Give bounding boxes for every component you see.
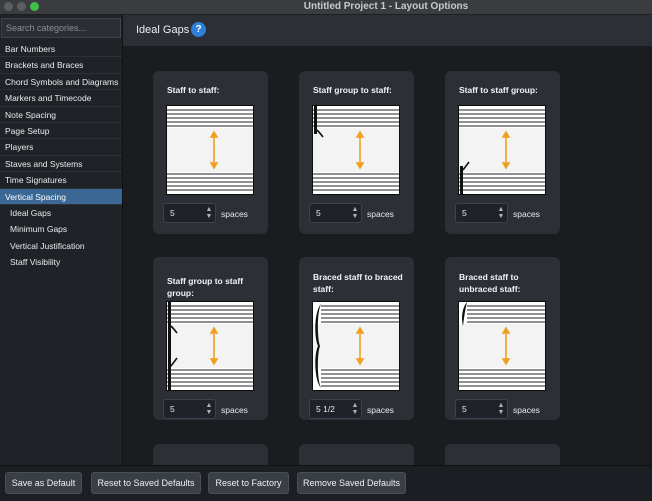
stepper-icon[interactable]: ▲ ▼ bbox=[497, 402, 505, 416]
gap-value-field[interactable]: 5 ▲ ▼ bbox=[455, 399, 508, 419]
sidebar-item-chord-symbols[interactable]: Chord Symbols and Diagrams bbox=[0, 73, 122, 91]
title-bar: Untitled Project 1 - Layout Options bbox=[0, 0, 652, 15]
bottom-toolbar: Save as Default Reset to Saved Defaults … bbox=[0, 465, 652, 501]
sidebar-item-page-setup[interactable]: Page Setup bbox=[0, 122, 122, 140]
sidebar-subitem-vertical-justification[interactable]: Vertical Justification bbox=[0, 237, 122, 255]
staff-to-staff-group-diagram bbox=[458, 105, 546, 195]
staff-group-to-staff-group-diagram bbox=[166, 301, 254, 391]
option-card-braced-to-braced: Braced staff to braced staff: 5 1/2 ▲ ▼ sp… bbox=[299, 257, 414, 420]
option-card-partial bbox=[153, 444, 268, 465]
save-as-default-button[interactable]: Save as Default bbox=[5, 472, 82, 494]
unit-label: spaces bbox=[221, 405, 248, 415]
unit-label: spaces bbox=[513, 209, 540, 219]
stepper-icon[interactable]: ▲ ▼ bbox=[205, 402, 213, 416]
sidebar-item-vertical-spacing[interactable]: Vertical Spacing bbox=[0, 188, 122, 205]
help-icon[interactable]: ? bbox=[191, 22, 206, 37]
close-window-button[interactable] bbox=[4, 2, 13, 11]
window-title: Untitled Project 1 - Layout Options bbox=[303, 1, 469, 12]
staff-to-staff-diagram bbox=[166, 105, 254, 195]
gap-value: 5 bbox=[316, 208, 321, 218]
sidebar-item-markers-timecode[interactable]: Markers and Timecode bbox=[0, 90, 122, 107]
gap-value: 5 bbox=[462, 208, 467, 218]
gap-value: 5 bbox=[462, 404, 467, 414]
option-card-staff-group-to-staff-group: Staff group to staff group: 5 ▲ ▼ spaces bbox=[153, 257, 268, 420]
stepper-icon[interactable]: ▲ ▼ bbox=[351, 206, 359, 220]
option-card-partial bbox=[299, 444, 414, 465]
option-label: Staff group to staff group: bbox=[167, 276, 244, 298]
panel-header: Ideal Gaps ? bbox=[123, 15, 652, 46]
sidebar-subitem-ideal-gaps[interactable]: Ideal Gaps bbox=[0, 204, 122, 222]
gap-illustration bbox=[459, 106, 545, 194]
sidebar-subitem-staff-visibility[interactable]: Staff Visibility bbox=[0, 254, 122, 271]
category-list: Bar Numbers Brackets and Braces Chord Sy… bbox=[0, 41, 122, 271]
sidebar-item-note-spacing[interactable]: Note Spacing bbox=[0, 106, 122, 123]
option-label: Braced staff to unbraced staff: bbox=[459, 272, 521, 294]
unit-label: spaces bbox=[367, 209, 394, 219]
sidebar-item-brackets-braces[interactable]: Brackets and Braces bbox=[0, 57, 122, 74]
gap-value: 5 1/2 bbox=[316, 404, 335, 414]
option-card-staff-to-staff: Staff to staff: 5 ▲ ▼ spaces bbox=[153, 71, 268, 234]
braced-to-braced-diagram bbox=[312, 301, 400, 391]
gap-illustration bbox=[167, 302, 253, 390]
gap-illustration bbox=[167, 106, 253, 194]
category-sidebar: Search categories... Bar Numbers Bracket… bbox=[0, 15, 123, 465]
gap-value-field[interactable]: 5 ▲ ▼ bbox=[163, 203, 216, 223]
gap-illustration bbox=[313, 302, 399, 390]
gap-value: 5 bbox=[170, 404, 175, 414]
staff-group-to-staff-diagram bbox=[312, 105, 400, 195]
search-categories-input[interactable]: Search categories... bbox=[1, 18, 121, 38]
gap-value-field[interactable]: 5 ▲ ▼ bbox=[163, 399, 216, 419]
braced-to-unbraced-diagram bbox=[458, 301, 546, 391]
minimize-window-button[interactable] bbox=[17, 2, 26, 11]
sidebar-item-players[interactable]: Players bbox=[0, 139, 122, 156]
option-label: Staff to staff group: bbox=[459, 85, 538, 95]
option-label: Braced staff to braced staff: bbox=[313, 272, 403, 294]
option-label: Staff group to staff: bbox=[313, 85, 392, 95]
sidebar-item-time-signatures[interactable]: Time Signatures bbox=[0, 172, 122, 189]
unit-label: spaces bbox=[367, 405, 394, 415]
sidebar-item-staves-systems[interactable]: Staves and Systems bbox=[0, 155, 122, 173]
option-label: Staff to staff: bbox=[167, 85, 220, 95]
maximize-window-button[interactable] bbox=[30, 2, 39, 11]
option-card-staff-to-staff-group: Staff to staff group: 5 ▲ ▼ spaces bbox=[445, 71, 560, 234]
sidebar-subitem-minimum-gaps[interactable]: Minimum Gaps bbox=[0, 221, 122, 238]
gap-value: 5 bbox=[170, 208, 175, 218]
stepper-icon[interactable]: ▲ ▼ bbox=[351, 402, 359, 416]
gap-value-field[interactable]: 5 ▲ ▼ bbox=[309, 203, 362, 223]
page-title: Ideal Gaps bbox=[136, 24, 190, 36]
reset-to-factory-button[interactable]: Reset to Factory bbox=[208, 472, 289, 494]
stepper-icon[interactable]: ▲ ▼ bbox=[497, 206, 505, 220]
option-card-braced-to-unbraced: Braced staff to unbraced staff: 5 ▲ ▼ spac… bbox=[445, 257, 560, 420]
unit-label: spaces bbox=[513, 405, 540, 415]
gap-illustration bbox=[313, 106, 399, 194]
sidebar-item-bar-numbers[interactable]: Bar Numbers bbox=[0, 41, 122, 58]
remove-saved-defaults-button[interactable]: Remove Saved Defaults bbox=[297, 472, 406, 494]
unit-label: spaces bbox=[221, 209, 248, 219]
gap-illustration bbox=[459, 302, 545, 390]
options-panel: Ideal Gaps ? Staff to staff: 5 ▲ ▼ spaces … bbox=[123, 15, 652, 465]
stepper-icon[interactable]: ▲ ▼ bbox=[205, 206, 213, 220]
reset-to-saved-defaults-button[interactable]: Reset to Saved Defaults bbox=[91, 472, 201, 494]
gap-value-field[interactable]: 5 ▲ ▼ bbox=[455, 203, 508, 223]
option-card-staff-group-to-staff: Staff group to staff: 5 ▲ ▼ spaces bbox=[299, 71, 414, 234]
gap-value-field[interactable]: 5 1/2 ▲ ▼ bbox=[309, 399, 362, 419]
option-card-partial bbox=[445, 444, 560, 465]
